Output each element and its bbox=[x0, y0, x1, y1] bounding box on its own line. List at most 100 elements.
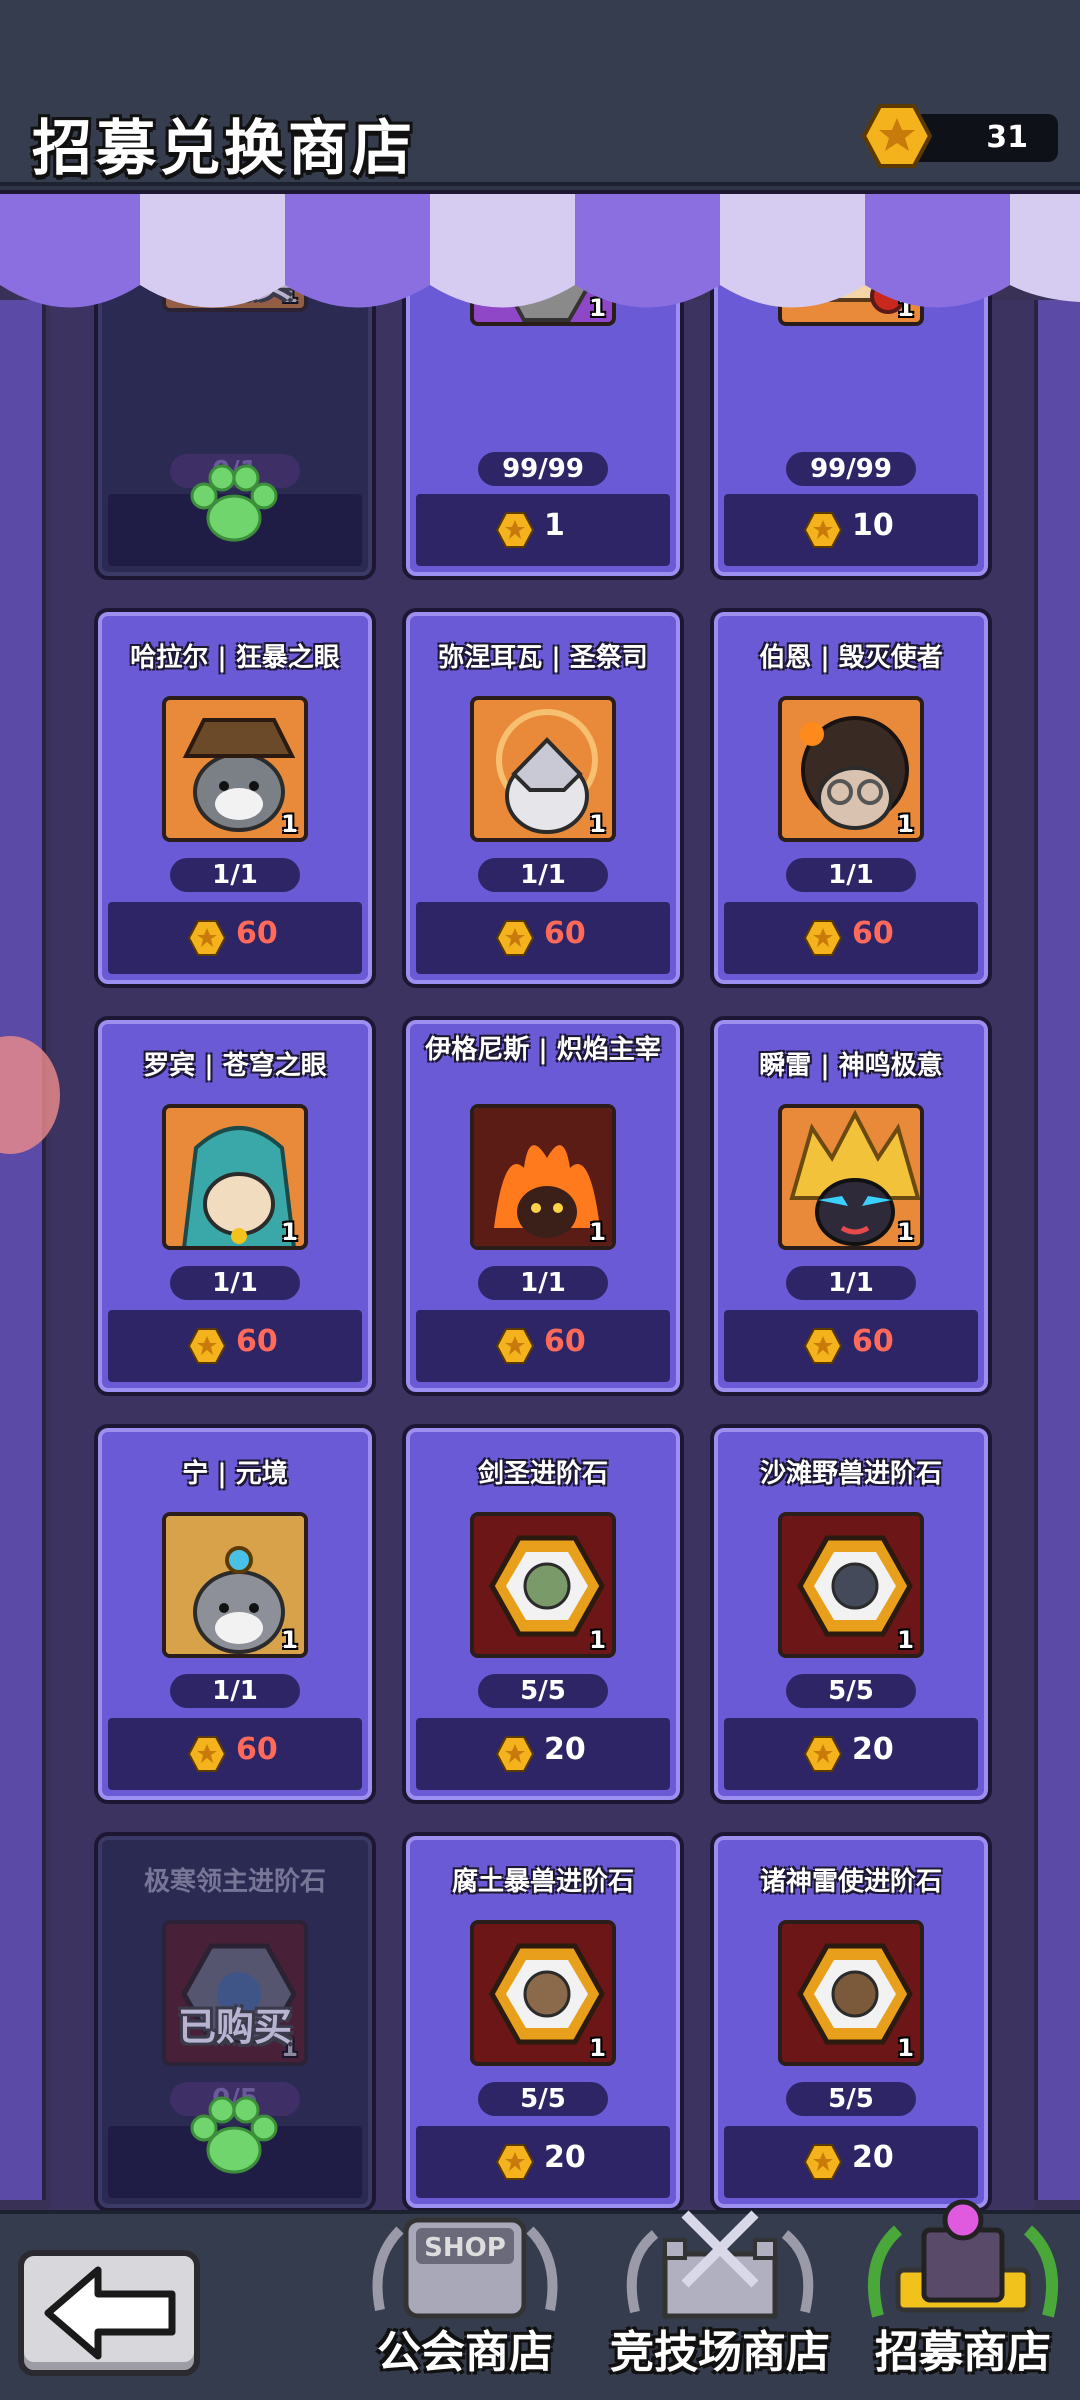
price-bar: 60 bbox=[724, 902, 978, 974]
price-value: 20 bbox=[544, 2140, 586, 2175]
price-bar: 20 bbox=[416, 1718, 670, 1790]
tab-label: 招募商店 bbox=[875, 2327, 1051, 2378]
item-name: 伯恩 | 毁灭使者 bbox=[759, 643, 943, 673]
item-name: 哈拉尔 | 狂暴之眼 bbox=[130, 643, 340, 673]
currency-value: 31 bbox=[986, 120, 1028, 155]
portrait-count: 1 bbox=[897, 1218, 914, 1246]
header-bar: 招募兑换商店 31 bbox=[0, 0, 1080, 186]
portrait-count: 1 bbox=[589, 810, 606, 838]
star-coin-icon bbox=[804, 920, 842, 956]
price-bar: 20 bbox=[724, 2126, 978, 2198]
item-name: 剑圣进阶石 bbox=[477, 1459, 608, 1489]
item-portrait: 1 bbox=[162, 1512, 308, 1658]
price-value: 60 bbox=[852, 1324, 894, 1359]
stock-indicator: 99/99 bbox=[478, 452, 608, 486]
item-name: 瞬雷 | 神鸣极意 bbox=[759, 1051, 943, 1081]
paw-icon bbox=[190, 2096, 278, 2174]
item-card-beachbeast-stone[interactable]: 沙滩野兽进阶石 1 5/5 20 bbox=[710, 1424, 992, 1804]
portrait-count: 1 bbox=[589, 1218, 606, 1246]
star-coin-icon bbox=[188, 1736, 226, 1772]
price-bar: 60 bbox=[108, 902, 362, 974]
tab-label: 公会商店 bbox=[377, 2327, 553, 2378]
price-bar: 60 bbox=[416, 1310, 670, 1382]
item-card-ignis[interactable]: 伊格尼斯 | 炽焰主宰 1 1/1 60 bbox=[402, 1016, 684, 1396]
star-coin-icon bbox=[188, 1328, 226, 1364]
price-bar: 20 bbox=[416, 2126, 670, 2198]
price-bar: 60 bbox=[108, 1718, 362, 1790]
recruit-machine-icon bbox=[867, 2199, 1059, 2318]
item-portrait: 1 bbox=[470, 1920, 616, 2066]
price-value: 60 bbox=[236, 1732, 278, 1767]
portrait-count: 1 bbox=[589, 1626, 606, 1654]
price-value: 1 bbox=[544, 508, 565, 543]
tab-arena-shop[interactable]: 竞技场商店 bbox=[605, 2210, 835, 2400]
bottom-navigation: SHOP 公会商店 竞技场商店 招募商店 bbox=[0, 2199, 1080, 2400]
shop-awning bbox=[0, 190, 1080, 308]
item-portrait: 1 bbox=[470, 1104, 616, 1250]
price-value: 60 bbox=[544, 1324, 586, 1359]
item-name: 伊格尼斯 | 炽焰主宰 bbox=[425, 1035, 661, 1065]
item-portrait: 1 bbox=[778, 1920, 924, 2066]
item-name: 诸神雷使进阶石 bbox=[759, 1867, 942, 1897]
item-portrait: 1 bbox=[162, 696, 308, 842]
item-card-robin[interactable]: 罗宾 | 苍穹之眼 1 1/1 60 bbox=[94, 1016, 376, 1396]
item-card-rotbeast-stone[interactable]: 腐土暴兽进阶石 1 5/5 20 bbox=[402, 1832, 684, 2212]
paw-icon bbox=[190, 464, 278, 542]
portrait-count: 1 bbox=[897, 810, 914, 838]
purchased-label: 已购买 bbox=[177, 2005, 292, 2049]
item-card-thunderenvoy-stone[interactable]: 诸神雷使进阶石 1 5/5 20 bbox=[710, 1832, 992, 2212]
item-card-ning[interactable]: 宁 | 元境 1 1/1 60 bbox=[94, 1424, 376, 1804]
item-name: 宁 | 元境 bbox=[182, 1459, 288, 1489]
star-coin-icon bbox=[496, 2144, 534, 2180]
back-button[interactable] bbox=[18, 2250, 200, 2376]
stock-indicator: 5/5 bbox=[786, 1674, 916, 1708]
price-bar: 10 bbox=[724, 494, 978, 566]
shop-pillar-left bbox=[0, 300, 46, 2200]
item-name: 腐土暴兽进阶石 bbox=[451, 1867, 634, 1897]
star-coin-icon bbox=[804, 512, 842, 548]
portrait-count: 1 bbox=[281, 810, 298, 838]
item-card-minerva[interactable]: 弥涅耳瓦 | 圣祭司 1 1/1 60 bbox=[402, 608, 684, 988]
item-portrait: 1 bbox=[778, 1104, 924, 1250]
stock-indicator: 5/5 bbox=[786, 2082, 916, 2116]
star-coin-icon bbox=[496, 1328, 534, 1364]
stock-indicator: 99/99 bbox=[786, 452, 916, 486]
stock-indicator: 1/1 bbox=[170, 1266, 300, 1300]
tab-label: 竞技场商店 bbox=[610, 2327, 830, 2378]
item-name: 沙滩野兽进阶石 bbox=[759, 1459, 942, 1489]
price-bar: 1 bbox=[416, 494, 670, 566]
item-card-bern[interactable]: 伯恩 | 毁灭使者 1 1/1 60 bbox=[710, 608, 992, 988]
price-value: 60 bbox=[236, 1324, 278, 1359]
stock-indicator: 1/1 bbox=[786, 1266, 916, 1300]
star-coin-icon bbox=[496, 1736, 534, 1772]
star-coin-icon bbox=[188, 920, 226, 956]
item-name: 弥涅耳瓦 | 圣祭司 bbox=[438, 643, 648, 673]
price-value: 20 bbox=[544, 1732, 586, 1767]
price-value: 10 bbox=[852, 508, 894, 543]
star-coin-icon bbox=[862, 104, 932, 168]
star-coin-icon bbox=[804, 2144, 842, 2180]
back-arrow-icon bbox=[44, 2266, 176, 2360]
item-card-swordsaint-stone[interactable]: 剑圣进阶石 1 5/5 20 bbox=[402, 1424, 684, 1804]
shop-badge-text: SHOP bbox=[424, 2233, 506, 2263]
stock-indicator: 1/1 bbox=[478, 1266, 608, 1300]
portrait-count: 1 bbox=[897, 2034, 914, 2062]
shop-pillar-right bbox=[1034, 300, 1080, 2200]
item-portrait: 1 bbox=[470, 696, 616, 842]
tab-guild-shop[interactable]: SHOP 公会商店 bbox=[360, 2214, 570, 2400]
stock-indicator: 5/5 bbox=[478, 1674, 608, 1708]
stock-indicator: 1/1 bbox=[170, 1674, 300, 1708]
portrait-count: 1 bbox=[281, 1626, 298, 1654]
stock-indicator: 1/1 bbox=[170, 858, 300, 892]
stock-indicator: 1/1 bbox=[478, 858, 608, 892]
item-portrait: 1 bbox=[470, 1512, 616, 1658]
castle-swords-icon bbox=[626, 2210, 814, 2319]
item-card-shunlei[interactable]: 瞬雷 | 神鸣极意 1 1/1 60 bbox=[710, 1016, 992, 1396]
star-coin-icon bbox=[804, 1736, 842, 1772]
shop-badge-icon: SHOP bbox=[372, 2217, 558, 2319]
tab-recruit-shop[interactable]: 招募商店 bbox=[858, 2199, 1068, 2400]
stock-indicator: 1/1 bbox=[786, 858, 916, 892]
item-card-harald[interactable]: 哈拉尔 | 狂暴之眼 1 1/1 60 bbox=[94, 608, 376, 988]
item-portrait: 1 bbox=[162, 1104, 308, 1250]
price-bar: 60 bbox=[108, 1310, 362, 1382]
